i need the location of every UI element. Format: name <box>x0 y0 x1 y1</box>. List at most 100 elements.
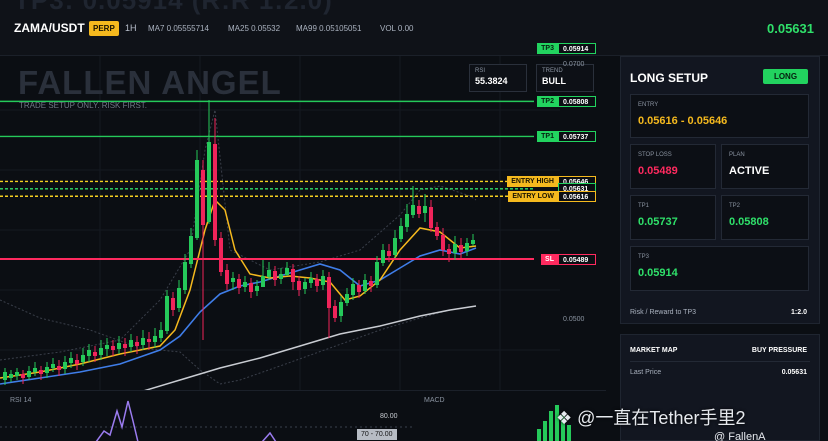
candle-body <box>393 238 397 255</box>
candle-body <box>105 345 109 349</box>
watermark-text: @一直在Tether手里2 <box>577 408 746 428</box>
ma99-readout: MA99 0.05105051 <box>296 24 362 33</box>
macd-bar <box>537 429 541 441</box>
candle <box>225 264 229 290</box>
tp1-value: 0.05737 <box>638 216 678 228</box>
level-tag-tp3: TP3 <box>537 43 558 55</box>
candle <box>423 194 427 222</box>
candle <box>309 272 313 288</box>
candle <box>195 150 199 240</box>
candle <box>117 336 121 354</box>
level-price-tp2: 0.05808 <box>558 95 596 107</box>
level-tag-sl: SL <box>541 253 558 265</box>
candle-body <box>33 368 37 372</box>
volume-readout: VOL 0.00 <box>380 24 414 33</box>
candle <box>327 272 331 338</box>
candle <box>57 360 61 376</box>
candle <box>129 334 133 352</box>
trend-box-value: BULL <box>542 76 566 86</box>
plan-card: PLAN ACTIVE <box>721 144 809 189</box>
candle-body <box>417 206 421 214</box>
level-price-sl: 0.05489 <box>558 253 596 265</box>
candle-body <box>369 281 373 286</box>
candle <box>381 244 385 266</box>
candle <box>339 296 343 322</box>
candle <box>363 274 367 294</box>
candle <box>459 238 463 258</box>
candle <box>15 368 19 380</box>
candle-body <box>315 279 319 286</box>
candle <box>315 274 319 292</box>
brand-title: FALLEN ANGEL <box>18 64 282 101</box>
candle-body <box>141 338 145 345</box>
candle-body <box>351 284 355 295</box>
ma25-readout: MA25 0.05532 <box>228 24 281 33</box>
rsi-box-label: RSI <box>475 68 486 74</box>
candle-body <box>267 270 271 277</box>
perp-badge: PERP <box>89 21 119 36</box>
rsi-box-value: 55.3824 <box>475 76 508 86</box>
candle-body <box>321 276 325 285</box>
setup-title: LONG SETUP <box>630 71 709 85</box>
candle <box>45 362 49 378</box>
candle-body <box>273 271 277 280</box>
candle-body <box>57 366 61 370</box>
candle <box>435 222 439 240</box>
candle <box>207 100 211 224</box>
candle-body <box>3 372 7 380</box>
ma7-readout: MA7 0.05555714 <box>148 24 209 33</box>
candle-body <box>411 205 415 215</box>
candle <box>453 236 457 260</box>
candle <box>471 234 475 246</box>
candle <box>153 328 157 348</box>
buy-pressure-label: BUY PRESSURE <box>751 347 807 354</box>
setup-direction-badge: LONG <box>763 69 808 84</box>
candle-body <box>453 244 457 253</box>
candle-body <box>51 364 55 368</box>
axis-label-top: 0.0700 <box>563 61 585 68</box>
candle-body <box>297 281 301 290</box>
macd-bar <box>549 411 553 441</box>
candle-body <box>99 348 103 355</box>
candle-body <box>153 336 157 342</box>
candle-body <box>21 374 25 378</box>
candle <box>111 340 115 356</box>
candle-body <box>165 296 169 331</box>
watermark: ❖ @一直在Tether手里2 <box>556 404 745 430</box>
candle-body <box>177 288 181 308</box>
market-last-price-value: 0.05631 <box>781 369 807 376</box>
candle <box>333 300 337 322</box>
candle-body <box>471 240 475 244</box>
candle-body <box>357 285 361 292</box>
pair-symbol[interactable]: ZAMA/USDT <box>14 21 85 35</box>
candle-body <box>189 236 193 264</box>
timeframe-label[interactable]: 1H <box>125 23 137 33</box>
ghost-title: TP3: 0.05914 (R:R 1:2.0) <box>14 0 333 15</box>
candle-body <box>441 235 445 250</box>
candle-body <box>87 350 91 356</box>
candle <box>321 270 325 290</box>
candle-body <box>231 278 235 282</box>
market-map-divider <box>630 361 810 362</box>
candle <box>405 204 409 232</box>
candle <box>249 278 253 298</box>
market-last-price-label: Last Price <box>630 369 662 376</box>
candle-body <box>129 340 133 347</box>
candle-body <box>381 250 385 263</box>
entry-value: 0.05616 - 0.05646 <box>638 115 728 127</box>
rsi-pane: RSI 14 80.00 70 - 70.00 <box>0 390 415 441</box>
candle-body <box>333 306 337 318</box>
candle <box>345 288 349 306</box>
candle <box>375 256 379 288</box>
candle <box>237 274 241 294</box>
candle <box>177 280 181 312</box>
candle-body <box>159 330 163 338</box>
stop-loss-value: 0.05489 <box>638 165 678 177</box>
bollinger-upper <box>0 109 477 361</box>
candle-body <box>147 339 151 342</box>
level-price-entry_low: 0.05616 <box>558 190 596 202</box>
candle-body <box>447 249 451 254</box>
watermark-sub: @ FallenA <box>714 431 766 441</box>
candle-body <box>45 367 49 373</box>
candle-body <box>237 279 241 288</box>
